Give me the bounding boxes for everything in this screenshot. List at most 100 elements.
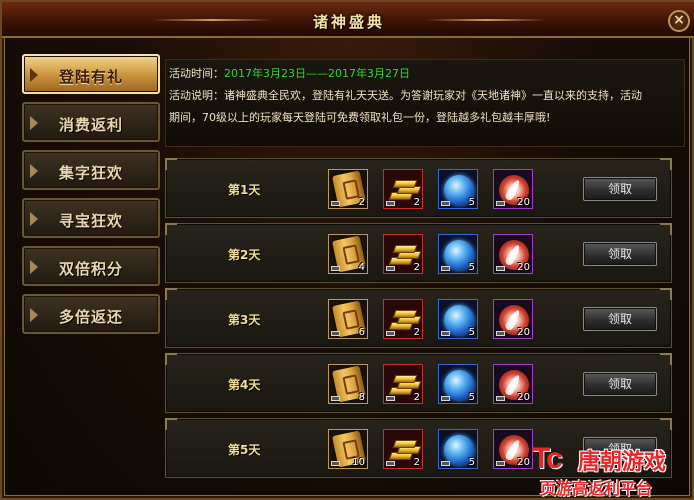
- bind-icon: [331, 396, 340, 401]
- sidebar-item-collect-words[interactable]: 集字狂欢: [22, 150, 160, 190]
- item-quantity: 2: [358, 197, 365, 208]
- bind-icon: [386, 461, 395, 466]
- reward-slot[interactable]: 20: [493, 364, 533, 404]
- item-quantity: 10: [352, 457, 365, 468]
- game-window: 诸神盛典 × 登陆有礼 消费返利 集字狂欢 寻宝狂欢 双倍积分 多倍返还 活动时…: [0, 0, 694, 500]
- reward-slot[interactable]: 2: [383, 364, 423, 404]
- reward-slot[interactable]: 5: [438, 234, 478, 274]
- bind-icon: [441, 331, 450, 336]
- item-quantity: 5: [468, 457, 475, 468]
- reward-slot[interactable]: 2: [383, 234, 423, 274]
- item-quantity: 2: [413, 392, 420, 403]
- reward-slot[interactable]: 6: [328, 299, 368, 339]
- reward-row: 第1天 2 2 5 20 领取: [165, 158, 672, 218]
- reward-slot[interactable]: 5: [438, 299, 478, 339]
- sidebar-item-multi-return[interactable]: 多倍返还: [22, 294, 160, 334]
- activity-desc-line2: 期间，70级以上的玩家每天登陆可免费领取礼包一份，登陆越多礼包越丰厚哦!: [169, 111, 551, 124]
- reward-row: 第3天 6 2 5 20 领取: [165, 288, 672, 348]
- bind-icon: [386, 201, 395, 206]
- reward-slot[interactable]: 2: [383, 429, 423, 469]
- day-label: 第4天: [228, 378, 261, 392]
- title-ornament-right: [426, 19, 546, 21]
- reward-slot[interactable]: 2: [328, 169, 368, 209]
- bind-icon: [496, 266, 505, 271]
- sidebar-item-label: 多倍返还: [58, 308, 123, 326]
- day-label: 第1天: [228, 183, 261, 197]
- sidebar: 登陆有礼 消费返利 集字狂欢 寻宝狂欢 双倍积分 多倍返还: [22, 54, 162, 342]
- item-quantity: 4: [358, 262, 365, 273]
- item-quantity: 20: [517, 392, 530, 403]
- reward-slot[interactable]: 20: [493, 299, 533, 339]
- sidebar-item-login-gift[interactable]: 登陆有礼: [22, 54, 160, 94]
- reward-slot[interactable]: 5: [438, 364, 478, 404]
- reward-slot[interactable]: 4: [328, 234, 368, 274]
- sidebar-item-label: 登陆有礼: [58, 68, 123, 86]
- item-quantity: 20: [517, 262, 530, 273]
- item-quantity: 5: [468, 327, 475, 338]
- item-quantity: 2: [413, 327, 420, 338]
- bind-icon: [441, 461, 450, 466]
- reward-slot[interactable]: 5: [438, 169, 478, 209]
- item-quantity: 8: [358, 392, 365, 403]
- bind-icon: [331, 266, 340, 271]
- bind-icon: [496, 461, 505, 466]
- sidebar-item-label: 双倍积分: [58, 260, 123, 278]
- watermark-name: 唐朝游戏: [578, 450, 667, 475]
- sidebar-item-spend-rebate[interactable]: 消费返利: [22, 102, 160, 142]
- watermark-logo: Tc: [532, 442, 563, 475]
- reward-slot[interactable]: 20: [493, 234, 533, 274]
- watermark-tagline: 页游高返利平台: [540, 479, 653, 498]
- sidebar-item-label: 消费返利: [58, 116, 123, 134]
- bind-icon: [441, 201, 450, 206]
- day-label: 第5天: [228, 443, 261, 457]
- reward-slot[interactable]: 2: [383, 299, 423, 339]
- sidebar-item-label: 寻宝狂欢: [58, 212, 123, 230]
- bind-icon: [441, 396, 450, 401]
- item-quantity: 5: [468, 262, 475, 273]
- activity-info-panel: 活动时间：2017年3月23日——2017年3月27日 活动说明：诸神盛典全民欢…: [165, 59, 685, 147]
- sidebar-item-label: 集字狂欢: [58, 164, 123, 182]
- reward-slot[interactable]: 20: [493, 429, 533, 469]
- day-label: 第2天: [228, 248, 261, 262]
- reward-slot[interactable]: 20: [493, 169, 533, 209]
- bind-icon: [331, 461, 340, 466]
- item-quantity: 6: [358, 327, 365, 338]
- bind-icon: [331, 201, 340, 206]
- activity-time-label: 活动时间：: [169, 67, 224, 80]
- claim-button[interactable]: 领取: [583, 242, 657, 266]
- bind-icon: [386, 396, 395, 401]
- reward-slot[interactable]: 2: [383, 169, 423, 209]
- reward-slot[interactable]: 5: [438, 429, 478, 469]
- bind-icon: [496, 201, 505, 206]
- sidebar-item-double-points[interactable]: 双倍积分: [22, 246, 160, 286]
- bind-icon: [441, 266, 450, 271]
- item-quantity: 2: [413, 262, 420, 273]
- item-quantity: 5: [468, 392, 475, 403]
- item-quantity: 20: [517, 197, 530, 208]
- item-quantity: 2: [413, 457, 420, 468]
- item-quantity: 5: [468, 197, 475, 208]
- item-quantity: 20: [517, 457, 530, 468]
- activity-time-value: 2017年3月23日——2017年3月27日: [224, 67, 410, 80]
- claim-button[interactable]: 领取: [583, 372, 657, 396]
- reward-slot[interactable]: 8: [328, 364, 368, 404]
- sidebar-item-treasure-hunt[interactable]: 寻宝狂欢: [22, 198, 160, 238]
- reward-row: 第2天 4 2 5 20 领取: [165, 223, 672, 283]
- close-button[interactable]: ×: [668, 10, 690, 32]
- bind-icon: [496, 396, 505, 401]
- activity-time: 活动时间：2017年3月23日——2017年3月27日: [169, 65, 410, 81]
- claim-button[interactable]: 领取: [583, 177, 657, 201]
- reward-row: 第4天 8 2 5 20 领取: [165, 353, 672, 413]
- reward-slot[interactable]: 10: [328, 429, 368, 469]
- item-quantity: 20: [517, 327, 530, 338]
- reward-list: 第1天 2 2 5 20 领取 第2天 4 2 5 20 领取 第3天 6 2 …: [165, 158, 672, 483]
- title-bar: 诸神盛典 ×: [2, 2, 694, 38]
- bind-icon: [331, 331, 340, 336]
- claim-button[interactable]: 领取: [583, 307, 657, 331]
- bind-icon: [386, 266, 395, 271]
- activity-desc-line1: 活动说明：诸神盛典全民欢，登陆有礼天天送。为答谢玩家对《天地诸神》一直以来的支持…: [169, 89, 642, 102]
- bind-icon: [386, 331, 395, 336]
- window-title: 诸神盛典: [312, 13, 385, 31]
- watermark: Tc 唐朝游戏 页游高返利平台: [532, 442, 692, 500]
- bind-icon: [496, 331, 505, 336]
